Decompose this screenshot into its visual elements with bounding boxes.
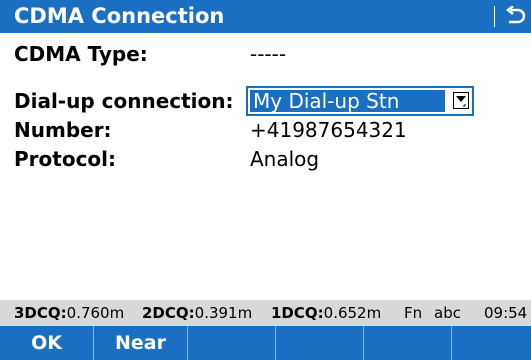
title-bar: CDMA Connection: [0, 0, 531, 33]
quality-2d-label: 2DCQ:: [142, 304, 195, 322]
quality-3d-label: 3DCQ:: [14, 304, 67, 322]
softkey-3[interactable]: [188, 326, 276, 360]
softkey-bar: OK Near: [0, 326, 531, 360]
input-mode-indicator[interactable]: abc: [434, 300, 461, 326]
quality-3d-value: 0.760m: [66, 304, 125, 322]
back-button[interactable]: [500, 2, 531, 31]
quality-1d-value: 0.652m: [323, 304, 382, 322]
cdma-type-value: -----: [250, 42, 287, 66]
protocol-label: Protocol:: [14, 147, 117, 171]
number-value: +41987654321: [250, 118, 407, 142]
softkey-6[interactable]: [452, 326, 531, 360]
fn-indicator[interactable]: Fn: [404, 300, 422, 326]
back-arrow-icon: [505, 5, 525, 23]
clock: 09:54: [484, 304, 528, 322]
quality-2d: 2DCQ:0.391m: [142, 300, 252, 326]
status-bar: 3DCQ:0.760m 2DCQ:0.391m 1DCQ:0.652m Fn a…: [0, 300, 531, 326]
ok-button[interactable]: OK: [0, 326, 94, 360]
dialup-connection-selected: My Dial-up Stn: [250, 90, 445, 112]
softkey-4[interactable]: [276, 326, 364, 360]
number-label: Number:: [14, 118, 112, 142]
cdma-type-label: CDMA Type:: [14, 42, 148, 66]
dialup-connection-dropdown[interactable]: My Dial-up Stn: [246, 86, 474, 116]
softkey-5[interactable]: [364, 326, 452, 360]
quality-1d-label: 1DCQ:: [271, 304, 324, 322]
near-button[interactable]: Near: [94, 326, 188, 360]
protocol-value: Analog: [250, 147, 320, 171]
quality-2d-value: 0.391m: [194, 304, 253, 322]
quality-3d: 3DCQ:0.760m: [14, 300, 124, 326]
window-title: CDMA Connection: [14, 4, 225, 28]
dropdown-arrow-icon: [453, 92, 469, 109]
title-separator: [494, 6, 495, 27]
quality-1d: 1DCQ:0.652m: [271, 300, 381, 326]
dialup-connection-label: Dial-up connection:: [14, 89, 234, 113]
